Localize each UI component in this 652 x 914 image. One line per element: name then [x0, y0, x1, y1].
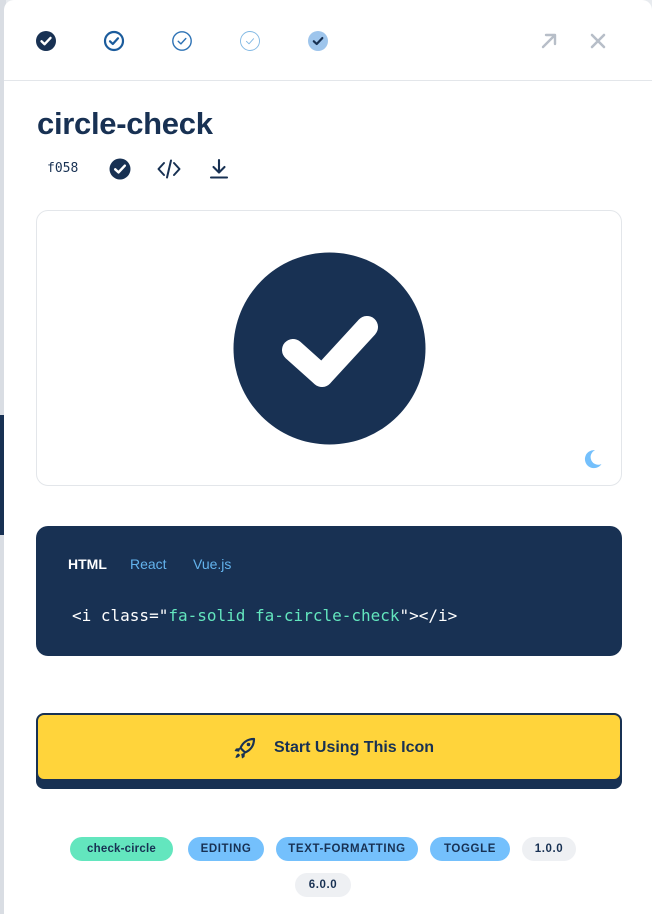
circle-check-duotone-icon — [308, 31, 328, 51]
close-icon — [590, 33, 606, 49]
close-modal-button[interactable] — [587, 30, 609, 52]
code-snippet-class: fa-solid fa-circle-check — [168, 606, 400, 625]
moon-icon[interactable] — [581, 448, 603, 470]
code-snippet-suffix: "></i> — [399, 606, 458, 625]
icon-detail-modal: circle-check f058 HTML React Vue.js <i c… — [4, 0, 652, 914]
tag-category[interactable]: TOGGLE — [430, 837, 510, 861]
code-snippet-card: HTML React Vue.js <i class="fa-solid fa-… — [36, 526, 622, 656]
style-light-button[interactable] — [171, 30, 193, 52]
code-snippet[interactable]: <i class="fa-solid fa-circle-check"></i> — [72, 606, 457, 625]
download-svg-button[interactable] — [207, 157, 231, 181]
icon-preview-panel — [36, 210, 622, 486]
circle-check-solid-icon — [36, 31, 56, 51]
circle-check-regular-icon — [103, 30, 125, 52]
icon-title: circle-check — [37, 106, 213, 141]
circle-check-icon — [109, 158, 131, 180]
circle-check-icon — [233, 252, 426, 445]
circle-check-thin-icon — [240, 31, 260, 51]
modal-toolbar — [4, 0, 652, 81]
tag-version[interactable]: 6.0.0 — [295, 873, 351, 897]
copy-svg-button[interactable] — [157, 157, 181, 181]
circle-check-light-icon — [172, 31, 192, 51]
unicode-value[interactable]: f058 — [47, 161, 78, 176]
cta-label: Start Using This Icon — [274, 739, 435, 756]
tag-version[interactable]: 1.0.0 — [522, 837, 576, 861]
style-regular-button[interactable] — [103, 30, 125, 52]
rocket-icon — [234, 737, 256, 759]
download-icon — [209, 158, 229, 179]
style-solid-button[interactable] — [35, 30, 57, 52]
icon-meta-row: f058 — [37, 156, 337, 182]
tag-category[interactable]: TEXT-FORMATTING — [276, 837, 418, 861]
tag-alias[interactable]: check-circle — [70, 837, 173, 861]
arrow-up-right-icon — [541, 33, 557, 49]
open-in-page-button[interactable] — [538, 30, 560, 52]
tag-category[interactable]: EDITING — [188, 837, 264, 861]
code-snippet-prefix: <i class=" — [72, 606, 169, 625]
code-icon — [157, 159, 181, 179]
tab-react[interactable]: React — [130, 556, 167, 572]
start-using-icon-button[interactable]: Start Using This Icon — [36, 713, 622, 781]
copy-glyph-button[interactable] — [108, 157, 132, 181]
tab-vuejs[interactable]: Vue.js — [193, 556, 231, 572]
style-duotone-button[interactable] — [307, 30, 329, 52]
tab-html[interactable]: HTML — [68, 556, 107, 572]
style-thin-button[interactable] — [239, 30, 261, 52]
